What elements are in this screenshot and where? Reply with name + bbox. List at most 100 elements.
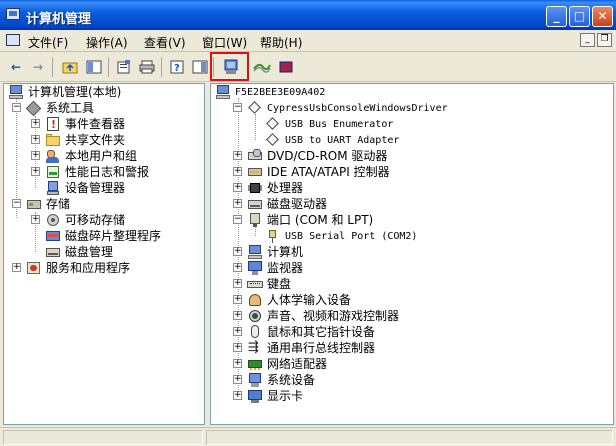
mdi-minimize-button[interactable]: _ xyxy=(580,33,595,47)
collapse-toggle[interactable]: − xyxy=(12,199,21,208)
computer-management-icon xyxy=(6,8,20,20)
expand-toggle[interactable]: + xyxy=(12,263,21,272)
tree-label: 本地用户和组 xyxy=(65,149,138,163)
expand-toggle[interactable]: + xyxy=(31,167,40,176)
toolbar: ← → ? xyxy=(0,52,616,82)
console-tree-pane[interactable]: 计算机管理(本地) − 系统工具 + 事件查看器 + 共享文件夹 + 本地用户和… xyxy=(3,83,205,425)
expand-toggle[interactable]: + xyxy=(233,151,242,160)
expand-toggle[interactable]: + xyxy=(31,135,40,144)
expand-toggle[interactable]: + xyxy=(233,183,242,192)
up-one-level-icon[interactable] xyxy=(60,57,80,77)
expand-toggle[interactable]: + xyxy=(233,359,242,368)
expand-toggle[interactable]: + xyxy=(233,311,242,320)
collapse-toggle[interactable]: − xyxy=(233,215,242,224)
expand-toggle[interactable]: + xyxy=(31,119,40,128)
monitor-icon xyxy=(247,260,263,276)
expand-toggle[interactable]: + xyxy=(233,375,242,384)
tree-label: 服务和应用程序 xyxy=(46,261,131,275)
keyboard-icon xyxy=(247,276,263,292)
expand-toggle[interactable]: + xyxy=(233,295,242,304)
tree-label: USB Bus Enumerator xyxy=(285,119,394,130)
folder-icon xyxy=(45,132,61,148)
tree-label: 端口 (COM 和 LPT) xyxy=(267,213,374,227)
menu-action[interactable]: 操作(A) xyxy=(86,34,128,51)
maximize-button[interactable]: □ xyxy=(569,6,590,27)
expand-toggle[interactable]: + xyxy=(233,247,242,256)
tree-label: 可移动存储 xyxy=(65,213,126,227)
tree-label: DVD/CD-ROM 驱动器 xyxy=(267,149,388,163)
tree-label: 存储 xyxy=(46,197,71,211)
title-bar: 计算机管理 _ □ ✕ xyxy=(0,0,616,30)
help-icon[interactable]: ? xyxy=(167,57,187,77)
tree-label: USB to UART Adapter xyxy=(285,135,400,146)
tree-label: 网络适配器 xyxy=(267,357,328,371)
print-icon[interactable] xyxy=(137,57,157,77)
menu-help[interactable]: 帮助(H) xyxy=(260,34,302,51)
tools-icon xyxy=(26,100,42,116)
display-adapter-icon xyxy=(247,388,263,404)
mmc-icon[interactable] xyxy=(6,34,20,46)
mouse-icon xyxy=(247,324,263,340)
device-icon xyxy=(265,116,281,132)
expand-toggle[interactable]: + xyxy=(233,327,242,336)
menu-bar: 文件(F) 操作(A) 查看(V) 窗口(W) 帮助(H) _ ❐ xyxy=(0,30,616,52)
ide-controller-icon xyxy=(247,164,263,180)
removable-storage-icon xyxy=(45,212,61,228)
system-device-icon xyxy=(247,372,263,388)
tree-label: 性能日志和警报 xyxy=(65,165,150,179)
expand-toggle[interactable]: + xyxy=(233,167,242,176)
device-tree-pane[interactable]: F5E2BEE3E09A402 − CypressUsbConsoleWindo… xyxy=(210,83,614,425)
mdi-restore-button[interactable]: ❐ xyxy=(597,33,612,47)
close-button[interactable]: ✕ xyxy=(592,6,613,27)
expand-toggle[interactable]: + xyxy=(233,343,242,352)
tree-label: 键盘 xyxy=(267,277,292,291)
status-cell xyxy=(3,430,203,445)
tree-label: 磁盘驱动器 xyxy=(267,197,328,211)
tree-label: 系统工具 xyxy=(46,101,95,115)
window-title: 计算机管理 xyxy=(26,12,92,27)
highlight-box xyxy=(210,52,249,81)
show-hide-action-pane-icon[interactable] xyxy=(190,57,210,77)
cdrom-icon xyxy=(247,148,263,164)
menu-view[interactable]: 查看(V) xyxy=(144,34,186,51)
disk-management-icon xyxy=(45,244,61,260)
hid-icon xyxy=(247,292,263,308)
tree-label: 声音、视频和游戏控制器 xyxy=(267,309,400,323)
back-arrow-icon[interactable]: ← xyxy=(6,57,26,77)
sound-icon xyxy=(247,308,263,324)
properties-icon[interactable] xyxy=(114,57,134,77)
expand-toggle[interactable]: + xyxy=(31,215,40,224)
tree-label: CypressUsbConsoleWindowsDriver xyxy=(267,103,448,114)
tree-label: 计算机管理(本地) xyxy=(28,85,122,99)
collapse-toggle[interactable]: − xyxy=(233,103,242,112)
tree-label: 设备管理器 xyxy=(65,181,126,195)
performance-icon xyxy=(45,164,61,180)
device-manager-icon xyxy=(45,180,61,196)
menu-window[interactable]: 窗口(W) xyxy=(202,34,247,51)
show-hide-tree-icon[interactable] xyxy=(84,57,104,77)
minimize-button[interactable]: _ xyxy=(546,6,567,27)
collapse-toggle[interactable]: − xyxy=(12,103,21,112)
tree-label: F5E2BEE3E09A402 xyxy=(235,87,326,98)
computer-icon xyxy=(8,84,24,100)
tree-label: 人体学输入设备 xyxy=(267,293,352,307)
expand-toggle[interactable]: + xyxy=(233,199,242,208)
defragmenter-icon xyxy=(45,228,61,244)
expand-toggle[interactable]: + xyxy=(233,279,242,288)
services-icon xyxy=(26,260,42,276)
device-icon xyxy=(247,100,263,116)
expand-toggle[interactable]: + xyxy=(233,391,242,400)
expand-toggle[interactable]: + xyxy=(31,151,40,160)
tree-label: 鼠标和其它指针设备 xyxy=(267,325,376,339)
update-driver-icon[interactable] xyxy=(252,57,272,77)
tree-label: 系统设备 xyxy=(267,373,316,387)
storage-icon xyxy=(26,196,42,212)
expand-toggle[interactable]: + xyxy=(233,263,242,272)
computer-icon xyxy=(247,244,263,260)
uninstall-device-icon[interactable] xyxy=(276,57,296,77)
tree-label: 处理器 xyxy=(267,181,304,195)
device-icon xyxy=(265,132,281,148)
forward-arrow-icon[interactable]: → xyxy=(28,57,48,77)
menu-file[interactable]: 文件(F) xyxy=(28,34,68,51)
tree-label: 磁盘管理 xyxy=(65,245,114,259)
